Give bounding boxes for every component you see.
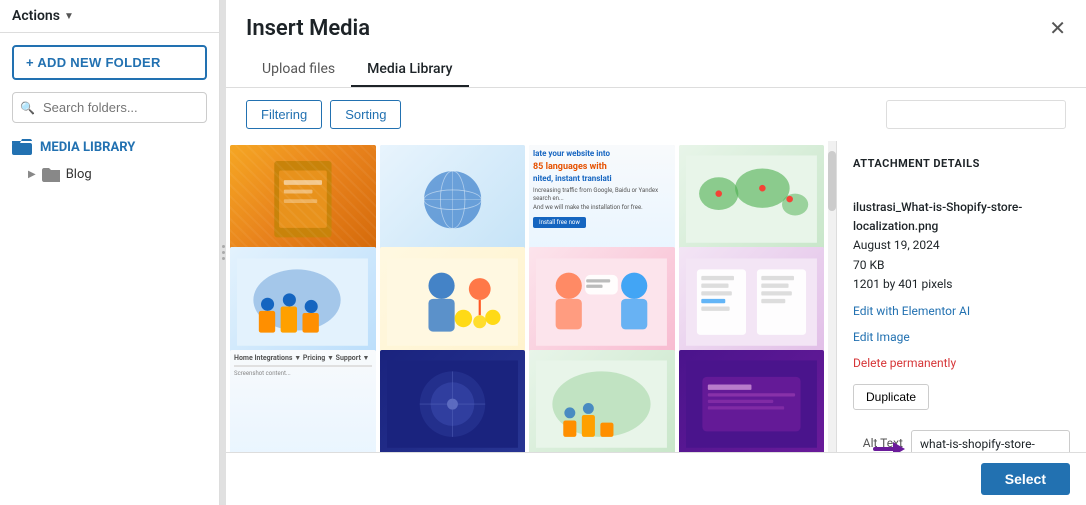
- media-thumbnail: [679, 145, 825, 254]
- actions-bar: Actions ▼: [0, 0, 219, 33]
- edit-elementor-ai-link[interactable]: Edit with Elementor AI: [853, 304, 1070, 318]
- modal-title: Insert Media: [246, 16, 370, 41]
- scrollbar-thumb[interactable]: [828, 151, 836, 211]
- media-grid-wrap: late your website into 85 languages with…: [226, 141, 836, 452]
- modal-header: Insert Media ✕ Upload files Media Librar…: [226, 0, 1086, 88]
- media-thumbnail: [679, 350, 825, 452]
- resize-dot: [222, 245, 225, 248]
- actions-chevron-icon: ▼: [64, 11, 74, 22]
- media-library-label: MEDIA LIBRARY: [40, 140, 135, 155]
- search-icon: 🔍: [20, 101, 35, 115]
- toolbar: Filtering Sorting: [226, 88, 1086, 141]
- attachment-date: August 19, 2024: [853, 236, 1070, 255]
- duplicate-button-wrap: Duplicate: [853, 380, 1070, 414]
- scrollbar-track[interactable]: [828, 141, 836, 452]
- folder-chevron-icon: ▶: [28, 169, 36, 180]
- arrow-indicator: [873, 440, 905, 452]
- filtering-button[interactable]: Filtering: [246, 100, 322, 129]
- resize-dots: [222, 245, 225, 260]
- media-search-input[interactable]: [886, 100, 1066, 129]
- media-grid: late your website into 85 languages with…: [226, 141, 836, 452]
- add-folder-button[interactable]: + ADD NEW FOLDER: [12, 45, 207, 80]
- attachment-filename: ilustrasi_What-is-Shopify-store-localiza…: [853, 198, 1070, 236]
- alt-text-input[interactable]: what-is-shopify-store-localization: [911, 430, 1070, 452]
- media-library-section: MEDIA LIBRARY ▶ Blog: [0, 135, 219, 190]
- media-item[interactable]: [529, 350, 675, 452]
- media-item[interactable]: [380, 350, 526, 452]
- media-item[interactable]: Home Integrations ▼ Pricing ▼ Support ▼ …: [230, 350, 376, 452]
- media-thumbnail: [380, 145, 526, 254]
- actions-label: Actions: [12, 8, 60, 24]
- media-item[interactable]: [529, 247, 675, 356]
- alt-text-input-wrap: what-is-shopify-store-localization: [911, 430, 1070, 452]
- media-thumbnail: late your website into 85 languages with…: [529, 145, 675, 254]
- content-area: late your website into 85 languages with…: [226, 141, 1086, 452]
- attachment-size: 70 KB: [853, 256, 1070, 275]
- media-library-icon: [12, 139, 32, 155]
- media-thumbnail: [529, 350, 675, 452]
- media-item[interactable]: late your website into 85 languages with…: [529, 145, 675, 254]
- media-thumbnail: Home Integrations ▼ Pricing ▼ Support ▼ …: [230, 350, 376, 452]
- media-thumbnail: [380, 247, 526, 356]
- modal-title-row: Insert Media ✕: [246, 16, 1066, 41]
- media-library-header: MEDIA LIBRARY: [12, 139, 207, 155]
- attachment-panel: ATTACHMENT DETAILS ilustrasi_What-is-Sho…: [836, 141, 1086, 452]
- attachment-meta: ilustrasi_What-is-Shopify-store-localiza…: [853, 198, 1070, 294]
- modal-tabs: Upload files Media Library: [246, 53, 1066, 87]
- sorting-button[interactable]: Sorting: [330, 100, 401, 129]
- tab-upload[interactable]: Upload files: [246, 53, 351, 87]
- media-item[interactable]: [679, 247, 825, 356]
- media-item[interactable]: [679, 145, 825, 254]
- media-item[interactable]: [380, 247, 526, 356]
- folder-blog-label: Blog: [66, 167, 92, 182]
- media-thumbnail: [230, 145, 376, 254]
- tab-media-library[interactable]: Media Library: [351, 53, 468, 87]
- modal-footer: Select: [226, 452, 1086, 505]
- delete-permanently-link[interactable]: Delete permanently: [853, 356, 1070, 370]
- media-item[interactable]: [380, 145, 526, 254]
- media-item[interactable]: [230, 247, 376, 356]
- modal: Insert Media ✕ Upload files Media Librar…: [226, 0, 1086, 505]
- media-thumbnail: [679, 247, 825, 356]
- close-button[interactable]: ✕: [1049, 19, 1066, 39]
- folder-item-blog[interactable]: ▶ Blog: [12, 163, 207, 186]
- attachment-dimensions: 1201 by 401 pixels: [853, 275, 1070, 294]
- search-box: 🔍: [12, 92, 207, 123]
- duplicate-button[interactable]: Duplicate: [853, 384, 929, 410]
- edit-image-link[interactable]: Edit Image: [853, 330, 1070, 344]
- resize-dot: [222, 251, 225, 254]
- media-thumbnail: [529, 247, 675, 356]
- media-item[interactable]: [679, 350, 825, 452]
- media-thumbnail: [230, 247, 376, 356]
- media-item[interactable]: [230, 145, 376, 254]
- resize-dot: [222, 257, 225, 260]
- alt-text-row: Alt Text what-is-shopify-store-localizat…: [853, 430, 1070, 452]
- search-folders-input[interactable]: [12, 92, 207, 123]
- select-button[interactable]: Select: [981, 463, 1070, 495]
- sidebar: Actions ▼ + ADD NEW FOLDER 🔍 MEDIA LIBRA…: [0, 0, 220, 505]
- attachment-details-title: ATTACHMENT DETAILS: [853, 157, 1070, 170]
- media-thumbnail: [380, 350, 526, 452]
- folder-icon: [42, 168, 60, 182]
